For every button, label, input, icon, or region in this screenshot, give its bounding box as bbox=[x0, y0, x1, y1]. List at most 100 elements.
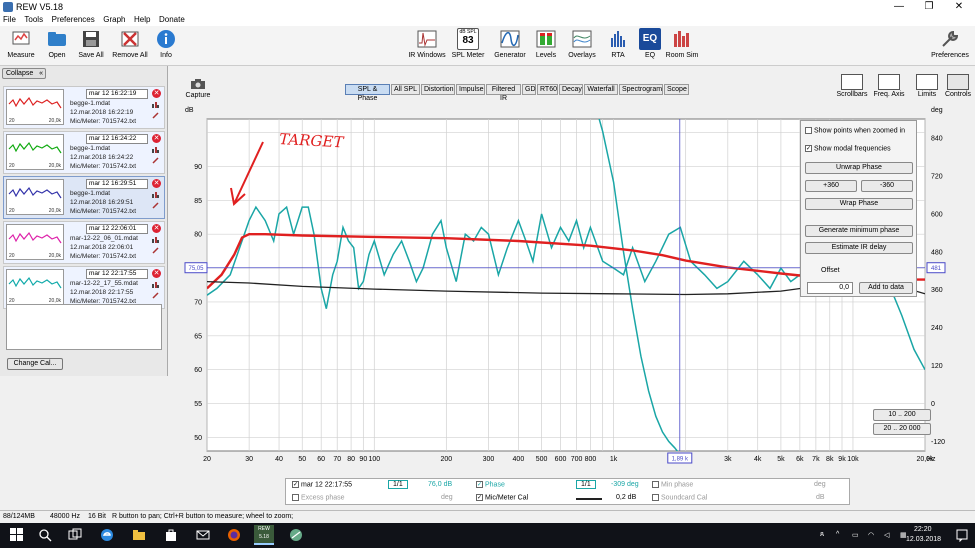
remove-measurement-icon[interactable]: ✕ bbox=[152, 179, 161, 188]
menu-graph[interactable]: Graph bbox=[100, 14, 128, 25]
edit-mini-icon[interactable] bbox=[152, 202, 159, 209]
plus-360-button[interactable]: +360 bbox=[805, 180, 857, 192]
spl-meter-button[interactable]: dB SPL 83 SPL Meter bbox=[448, 28, 488, 66]
tab-all-spl[interactable]: All SPL bbox=[391, 84, 420, 95]
measurement-name-field[interactable]: mar 12 16:22:19 bbox=[86, 89, 148, 99]
tab-rt60[interactable]: RT60 bbox=[537, 84, 558, 95]
edit-mini-icon[interactable] bbox=[152, 292, 159, 299]
eq-button[interactable]: EQ EQ bbox=[632, 28, 668, 66]
tab-filtered-ir[interactable]: Filtered IR bbox=[486, 84, 521, 102]
open-button[interactable]: Open bbox=[38, 28, 76, 66]
file-explorer-icon[interactable] bbox=[132, 528, 146, 542]
phase-trace-toggle[interactable]: ✓ Phase bbox=[476, 481, 505, 488]
task-view-icon[interactable] bbox=[68, 528, 82, 542]
menu-tools[interactable]: Tools bbox=[21, 14, 46, 25]
notes-area[interactable] bbox=[6, 304, 162, 350]
tab-decay[interactable]: Decay bbox=[559, 84, 583, 95]
tab-spectrogram[interactable]: Spectrogram bbox=[619, 84, 663, 95]
measurement-name-field[interactable]: mar 12 16:29:51 bbox=[86, 179, 148, 189]
soundcard-cal-toggle[interactable]: Soundcard Cal bbox=[652, 494, 707, 501]
overlays-button[interactable]: Overlays bbox=[564, 28, 600, 66]
remove-measurement-icon[interactable]: ✕ bbox=[152, 269, 161, 278]
rta-button[interactable]: RTA bbox=[600, 28, 636, 66]
capture-button[interactable]: Capture bbox=[183, 78, 213, 99]
save-all-button[interactable]: Save All bbox=[72, 28, 110, 66]
freq-axis-button[interactable]: Freq. Axis bbox=[872, 74, 906, 98]
tab-distortion[interactable]: Distortion bbox=[421, 84, 455, 95]
measurement-name-field[interactable]: mar 12 16:24:22 bbox=[86, 134, 148, 144]
measurement-item[interactable]: 20 20,0k mar 12 22:06:01 ✕ mar-12-22_06_… bbox=[3, 221, 165, 264]
remove-measurement-icon[interactable]: ✕ bbox=[152, 134, 161, 143]
clock-date[interactable]: 12.03.2018 bbox=[906, 536, 941, 543]
remove-measurement-icon[interactable]: ✕ bbox=[152, 89, 161, 98]
tray-volume-icon[interactable]: ◁ bbox=[884, 531, 889, 539]
preferences-button[interactable]: Preferences bbox=[928, 28, 972, 66]
measurement-trace-toggle[interactable]: ✓ mar 12 22:17:55 bbox=[292, 481, 352, 488]
limits-button[interactable]: Limits bbox=[910, 74, 944, 98]
room-sim-button[interactable]: Room Sim bbox=[664, 28, 700, 66]
measurement-name-field[interactable]: mar 12 22:06:01 bbox=[86, 224, 148, 234]
measurement-item[interactable]: 20 20,0k mar 12 16:22:19 ✕ begge-1.mdat … bbox=[3, 86, 165, 129]
edge-icon[interactable] bbox=[100, 528, 114, 542]
tray-network-icon[interactable]: ◠ bbox=[868, 531, 874, 539]
measurement-item[interactable]: 20 20,0k mar 12 16:29:51 ✕ begge-1.mdat … bbox=[3, 176, 165, 219]
notifications-icon[interactable] bbox=[955, 528, 969, 542]
edit-mini-icon[interactable] bbox=[152, 157, 159, 164]
app-taskbar-icon[interactable] bbox=[289, 528, 303, 542]
mic-cal-toggle[interactable]: ✓ Mic/Meter Cal bbox=[476, 494, 528, 501]
range-20-20000-button[interactable]: 20 .. 20 000 bbox=[873, 423, 931, 435]
levels-button[interactable]: Levels bbox=[528, 28, 564, 66]
show-points-checkbox[interactable]: Show points when zoomed in bbox=[805, 127, 905, 134]
tray-person-icon[interactable]: ጸ bbox=[820, 531, 824, 539]
menu-help[interactable]: Help bbox=[131, 14, 153, 25]
menu-preferences[interactable]: Preferences bbox=[49, 14, 98, 25]
change-cal-button[interactable]: Change Cal... bbox=[7, 358, 63, 370]
unwrap-phase-button[interactable]: Unwrap Phase bbox=[805, 162, 913, 174]
rew-taskbar-icon[interactable]: REW 5.18 bbox=[254, 525, 274, 545]
info-button[interactable]: Info bbox=[147, 28, 185, 66]
wrap-phase-button[interactable]: Wrap Phase bbox=[805, 198, 913, 210]
tab-spl-phase[interactable]: SPL & Phase bbox=[345, 84, 390, 102]
mail-icon[interactable] bbox=[196, 528, 210, 542]
measure-button[interactable]: Measure bbox=[2, 28, 40, 66]
windows-start-icon[interactable] bbox=[10, 528, 24, 542]
excess-phase-toggle[interactable]: Excess phase bbox=[292, 494, 345, 501]
measurement-item[interactable]: 20 20,0k mar 12 16:24:22 ✕ begge-1.mdat … bbox=[3, 131, 165, 174]
chart-mini-icon[interactable] bbox=[152, 281, 159, 288]
generator-button[interactable]: Generator bbox=[490, 28, 530, 66]
menu-donate[interactable]: Donate bbox=[156, 14, 188, 25]
estimate-ir-delay-button[interactable]: Estimate IR delay bbox=[805, 242, 913, 254]
close-button[interactable]: ✕ bbox=[944, 0, 974, 14]
controls-button[interactable]: Controls bbox=[941, 74, 975, 98]
min-phase-toggle[interactable]: Min phase bbox=[652, 481, 693, 488]
maximize-button[interactable]: ❐ bbox=[914, 0, 944, 14]
minus-360-button[interactable]: -360 bbox=[861, 180, 913, 192]
show-modal-checkbox[interactable]: ✓ Show modal frequencies bbox=[805, 145, 891, 152]
store-icon[interactable] bbox=[164, 528, 178, 542]
search-icon[interactable] bbox=[38, 528, 52, 542]
remove-all-button[interactable]: Remove All bbox=[111, 28, 149, 66]
firefox-icon[interactable] bbox=[227, 528, 241, 542]
measurement-item[interactable]: 20 20,0k mar 12 22:17:55 ✕ mar-12-22_17_… bbox=[3, 266, 165, 312]
offset-input[interactable]: 0,0 bbox=[807, 282, 853, 294]
edit-mini-icon[interactable] bbox=[152, 112, 159, 119]
remove-measurement-icon[interactable]: ✕ bbox=[152, 224, 161, 233]
clock-time[interactable]: 22:20 bbox=[914, 526, 932, 533]
chart-mini-icon[interactable] bbox=[152, 236, 159, 243]
generate-min-phase-button[interactable]: Generate minimum phase bbox=[805, 225, 913, 237]
minimize-button[interactable]: — bbox=[884, 0, 914, 14]
chart-mini-icon[interactable] bbox=[152, 146, 159, 153]
smoothing-right-badge[interactable]: 1/1 bbox=[576, 480, 596, 489]
chart-mini-icon[interactable] bbox=[152, 191, 159, 198]
tab-gd[interactable]: GD bbox=[522, 84, 536, 95]
measurement-name-field[interactable]: mar 12 22:17:55 bbox=[86, 269, 148, 279]
tab-waterfall[interactable]: Waterfall bbox=[584, 84, 618, 95]
tray-chevron-icon[interactable]: ^ bbox=[836, 531, 839, 538]
range-10-200-button[interactable]: 10 .. 200 bbox=[873, 409, 931, 421]
edit-mini-icon[interactable] bbox=[152, 247, 159, 254]
collapse-button[interactable]: Collapse « bbox=[2, 68, 46, 79]
scrollbars-button[interactable]: Scrollbars bbox=[835, 74, 869, 98]
add-to-data-button[interactable]: Add to data bbox=[859, 282, 913, 294]
menu-file[interactable]: File bbox=[0, 14, 19, 25]
ir-windows-button[interactable]: IR Windows bbox=[407, 28, 447, 66]
